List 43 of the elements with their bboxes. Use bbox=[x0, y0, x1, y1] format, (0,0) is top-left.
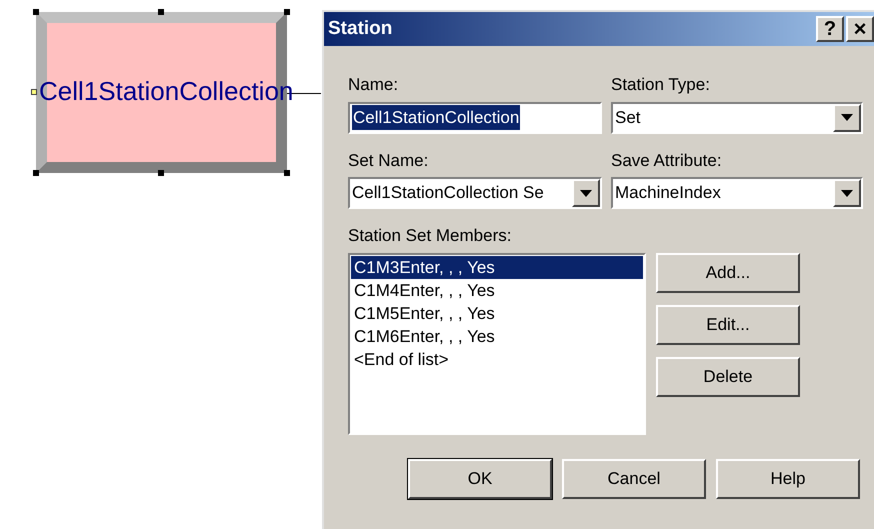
dropdown-value: MachineIndex bbox=[614, 182, 722, 204]
window-title: Station bbox=[328, 16, 392, 41]
list-item[interactable]: C1M3Enter, , , Yes bbox=[351, 256, 643, 278]
dialog-button[interactable]: OK bbox=[408, 458, 552, 498]
dialog-button[interactable]: Cancel bbox=[562, 458, 706, 498]
list-item[interactable]: C1M6Enter, , , Yes bbox=[351, 324, 643, 348]
caret-icon bbox=[580, 190, 592, 196]
side-button[interactable]: Edit... bbox=[656, 304, 800, 344]
field-label: Save Attribute: bbox=[611, 150, 723, 172]
selection-handle[interactable] bbox=[284, 170, 290, 176]
selection-handle[interactable] bbox=[284, 9, 290, 15]
name-field[interactable]: Cell1StationCollection bbox=[348, 102, 602, 134]
selection-handle[interactable] bbox=[33, 9, 39, 15]
dropdown-button[interactable] bbox=[833, 179, 861, 207]
selection-handle[interactable] bbox=[33, 170, 39, 176]
dialog-button[interactable]: Help bbox=[716, 458, 860, 498]
dropdown-value: Cell1StationCollection Se bbox=[351, 182, 545, 204]
list-item[interactable]: C1M5Enter, , , Yes bbox=[351, 302, 643, 324]
dropdown-field[interactable]: MachineIndex bbox=[611, 177, 863, 209]
connector-line bbox=[287, 93, 321, 94]
list-item[interactable]: <End of list> bbox=[351, 348, 643, 370]
field-label: Station Type: bbox=[611, 74, 711, 96]
dropdown-button[interactable] bbox=[572, 179, 600, 207]
help-button[interactable]: ? bbox=[816, 16, 844, 42]
side-button[interactable]: Delete bbox=[656, 356, 800, 396]
selection-handle[interactable] bbox=[158, 170, 164, 176]
list-item[interactable]: C1M4Enter, , , Yes bbox=[351, 278, 643, 302]
caret-icon bbox=[841, 114, 853, 121]
field-value: Cell1StationCollection bbox=[352, 104, 520, 130]
field-label: Station Set Members: bbox=[348, 225, 512, 247]
field-label: Name: bbox=[348, 74, 400, 96]
field-label: Set Name: bbox=[348, 150, 430, 172]
dropdown-field[interactable]: Cell1StationCollection Se bbox=[348, 177, 602, 209]
members-list[interactable]: C1M3Enter, , , Yes C1M4Enter, , , Yes C1M5Enter, , , Yes C1M6Enter, , , Yes <End of list> bbox=[348, 252, 646, 434]
entry-point bbox=[31, 89, 37, 95]
dropdown-field[interactable]: Set bbox=[611, 102, 863, 134]
close-button[interactable]: × bbox=[846, 16, 874, 42]
dropdown-value: Set bbox=[614, 106, 642, 129]
selection-handle[interactable] bbox=[158, 9, 164, 15]
caret-icon bbox=[841, 190, 853, 196]
side-button[interactable]: Add... bbox=[656, 252, 800, 292]
dropdown-button[interactable] bbox=[833, 104, 861, 132]
module-label: Cell1StationCollection bbox=[39, 78, 294, 104]
